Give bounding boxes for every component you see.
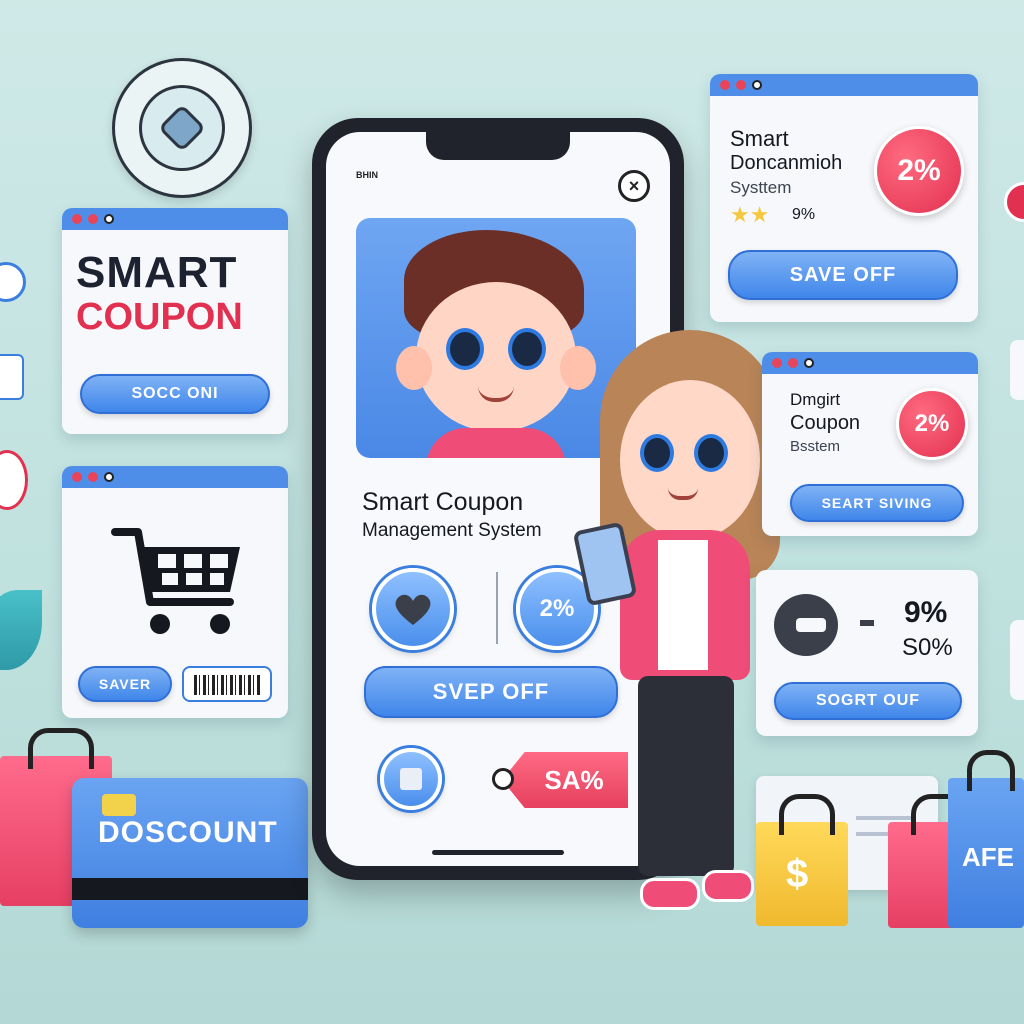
right-mid-panel: Dmgirt Coupon Bsstem 2% SEART SIVING [762, 352, 978, 536]
shopping-bag-yellow: $ [756, 794, 848, 926]
heart-icon [395, 594, 431, 625]
screen-heading-line1: Smart Coupon [362, 488, 524, 516]
coupon-title-line2: COUPON [76, 296, 243, 338]
shopping-cart-icon [111, 528, 240, 634]
cart-panel: SAVER [62, 466, 288, 718]
dollar-label: $ [786, 852, 809, 896]
screen-heading-line2: Management System [362, 520, 542, 541]
target-icon [112, 58, 252, 198]
panel-text-line3: Systtem [730, 178, 792, 197]
dash-separator [860, 620, 874, 626]
panel-text-line1: Dmgirt [790, 390, 841, 409]
panel-text-line1: Smart [730, 126, 789, 151]
leaf-icon [0, 590, 42, 670]
card-label: DOSCOUNT [98, 816, 278, 849]
shopping-bag-blue: AFE [948, 750, 1024, 928]
boy-eye-right [508, 328, 546, 370]
bag-label: AFE [962, 842, 1014, 872]
window-titlebar [62, 466, 288, 488]
right-top-panel: Smart Doncanmioh Systtem ★★ 9% 2% SAVE O… [710, 74, 978, 322]
panel-text-line2: Coupon [790, 412, 861, 434]
discount-badge: 2% [896, 388, 968, 460]
phone-notch [426, 132, 570, 160]
gift-button[interactable] [380, 748, 442, 810]
discount-value-2: S0% [902, 634, 953, 661]
girl-eye-left [640, 434, 674, 472]
chat-icon [0, 262, 26, 302]
tag-icon [0, 450, 28, 510]
home-indicator [432, 850, 564, 855]
close-icon[interactable]: × [618, 170, 650, 202]
window-titlebar [762, 352, 978, 374]
card-chip-icon [102, 794, 136, 816]
girl-eye-right [694, 434, 728, 472]
barcode-icon [182, 666, 272, 702]
coupon-title-line1: SMART [76, 248, 238, 297]
coupon-action-button[interactable]: SOCC ONI [80, 374, 270, 414]
card-stripe [72, 878, 308, 900]
save-off-button[interactable]: SAVE OFF [728, 250, 958, 300]
divider [496, 572, 498, 644]
window-titlebar [710, 74, 978, 96]
window-titlebar [62, 208, 288, 230]
girl-shirt [658, 540, 708, 670]
svep-off-button[interactable]: SVEP OFF [364, 666, 618, 718]
tag-hole-icon [492, 768, 514, 790]
panel-text-line3: Bsstem [790, 438, 841, 455]
discount-card: DOSCOUNT [72, 778, 308, 928]
boy-shirt [426, 428, 566, 458]
discount-value-1: 9% [904, 596, 948, 629]
boy-ear-left [396, 346, 432, 390]
boy-face [416, 282, 576, 432]
girl-pants [638, 676, 734, 876]
toggle-icon [774, 594, 838, 656]
boy-eye-left [446, 328, 484, 370]
avatar-boy [396, 230, 596, 458]
girl-shoe-right [702, 870, 754, 902]
girl-shoe-left [640, 878, 700, 910]
panel-text-line2: Doncanmioh [730, 152, 843, 174]
discount-badge: 2% [874, 126, 964, 216]
status-text: BHIN [356, 170, 378, 180]
scroll-handle [1010, 340, 1024, 400]
right-low-panel: 9% S0% SOGRT OUF [756, 570, 978, 736]
smart-coupon-panel: SMART COUPON SOCC ONI [62, 208, 288, 434]
saver-button[interactable]: SAVER [78, 666, 172, 702]
rating-text: 9% [792, 206, 816, 223]
start-saving-button[interactable]: SEART SIVING [790, 484, 964, 522]
calendar-icon [0, 354, 24, 400]
sort-out-button[interactable]: SOGRT OUF [774, 682, 962, 720]
heart-icon-edge [1004, 182, 1024, 222]
star-rating-icon: ★★ [730, 202, 770, 227]
gift-icon [400, 768, 422, 790]
heart-button[interactable] [372, 568, 454, 650]
scroll-handle-2 [1010, 620, 1024, 700]
